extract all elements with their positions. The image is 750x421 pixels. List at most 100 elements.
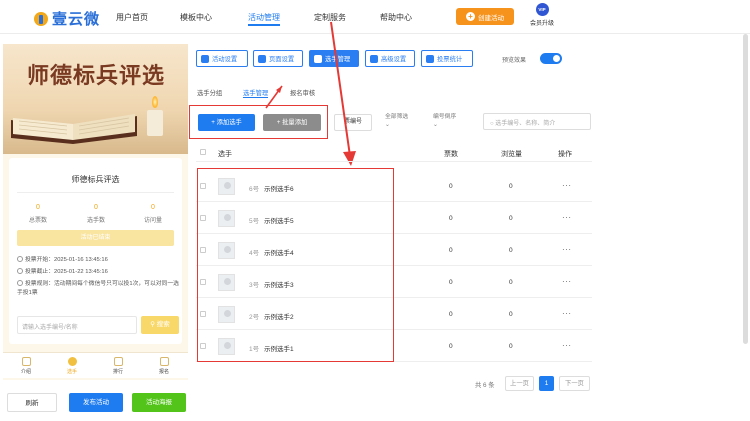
next-page-button[interactable]: 下一页	[559, 376, 590, 391]
stat-value: 0	[36, 204, 40, 211]
search-icon: ⚲	[150, 321, 155, 328]
highlight-box-player-list	[197, 168, 394, 362]
subtab-player-manage[interactable]: 选手管理	[243, 88, 269, 98]
vip-badge-icon: VIP	[535, 3, 549, 16]
vote-number-sort-button[interactable]: 票编号	[334, 114, 372, 131]
toolbar-advanced-settings[interactable]: 高级设置	[365, 50, 415, 67]
nav-item-help[interactable]: 帮助中心	[380, 12, 412, 23]
book-illustration	[11, 114, 137, 144]
users-icon	[314, 54, 322, 63]
player-search-placeholder: 选手编号、名称、简介	[495, 121, 556, 127]
player-votes: 0	[449, 183, 453, 190]
preview-tab-signup[interactable]: 报名	[141, 357, 187, 375]
sort-order-label: 编号倒序	[433, 114, 457, 120]
signup-icon	[159, 357, 169, 366]
stat-visits: 0 访问量	[124, 204, 182, 224]
preview-effect-toggle[interactable]	[540, 53, 562, 64]
activity-info-card: 师德标兵评选 0 总票数 0 选手数 0 访问量 活动已结束 投票开始：2025…	[9, 158, 182, 344]
sort-order-dropdown[interactable]: 编号倒序 ⌄	[433, 113, 456, 129]
page-icon	[258, 54, 266, 63]
player-views: 0	[509, 279, 513, 286]
activity-banner: 师德标兵评选	[3, 44, 188, 154]
stat-label: 选手数	[86, 218, 105, 224]
more-options-icon[interactable]: ···	[562, 309, 572, 318]
header-votes: 票数	[444, 151, 458, 158]
activity-poster-button[interactable]: 活动海报	[132, 393, 186, 412]
filter-all-label: 全部筛选	[385, 114, 409, 120]
mobile-preview: 师德标兵评选 师德标兵评选 0 总票数 0 选手数 0 访问量 活动已结束 投票…	[3, 44, 188, 380]
vote-rule: 投票规则：活动期间每个微信号只可以投1次，可以对同一选手投1票	[17, 280, 179, 298]
sliders-icon	[370, 54, 378, 63]
highlight-box-actions	[189, 105, 328, 139]
page-scrollbar[interactable]	[743, 34, 748, 344]
preview-tabbar: 介绍 选手 排行 报名	[3, 352, 188, 378]
more-options-icon[interactable]: ···	[562, 245, 572, 254]
vote-start-time: 投票开始：2025-01-16 13:45:16	[17, 256, 179, 265]
nav-item-activity-manage[interactable]: 活动管理	[248, 12, 280, 26]
stat-total-votes: 0 总票数	[9, 204, 67, 224]
toolbar-label: 选手管理	[325, 56, 351, 63]
user-icon	[67, 357, 77, 366]
preview-search-label: 搜索	[156, 321, 170, 328]
page-1-button[interactable]: 1	[539, 376, 554, 391]
logo[interactable]: 壹云微	[34, 8, 100, 29]
vote-end-text: 投票截止：2025-01-22 13:45:16	[25, 269, 108, 275]
toolbar-page-settings[interactable]: 页面设置	[253, 50, 303, 67]
subtab-player-groups[interactable]: 选手分组	[197, 88, 222, 97]
more-options-icon[interactable]: ···	[562, 181, 572, 190]
preview-search-button[interactable]: ⚲ 搜索	[141, 316, 179, 334]
header-ops: 操作	[558, 151, 572, 158]
prev-page-button[interactable]: 上一页	[505, 376, 534, 391]
settings-icon	[201, 54, 209, 63]
clock-icon	[17, 256, 23, 262]
subtab-signup-review[interactable]: 报名审核	[290, 88, 315, 97]
toolbar-activity-settings[interactable]: 活动设置	[196, 50, 248, 67]
player-votes: 0	[449, 311, 453, 318]
player-search-input[interactable]: ○ 选手编号、名称、简介	[483, 113, 591, 130]
activity-ended-button[interactable]: 活动已结束	[17, 230, 174, 246]
toolbar-vote-stats[interactable]: 投票统计	[421, 50, 473, 67]
player-views: 0	[509, 183, 513, 190]
player-views: 0	[509, 247, 513, 254]
filter-all-dropdown[interactable]: 全部筛选 ⌄	[385, 113, 408, 129]
candle-icon	[147, 110, 163, 136]
nav-item-templates[interactable]: 模板中心	[180, 12, 212, 23]
preview-search-input[interactable]: 请输入选手编号/名称	[17, 316, 137, 334]
preview-tab-label: 排行	[112, 369, 123, 375]
clock-icon	[17, 268, 23, 274]
vip-upgrade[interactable]: VIP 会员升级	[528, 3, 556, 27]
chevron-down-icon: ⌄	[385, 122, 390, 128]
player-votes: 0	[449, 215, 453, 222]
preview-tab-ranking[interactable]: 排行	[95, 357, 141, 375]
nav-item-custom-service[interactable]: 定制服务	[314, 12, 346, 23]
intro-icon	[21, 357, 31, 366]
refresh-button[interactable]: 刷新	[7, 393, 57, 412]
more-options-icon[interactable]: ···	[562, 277, 572, 286]
flame-icon	[152, 96, 158, 108]
banner-title: 师德标兵评选	[27, 63, 166, 89]
player-votes: 0	[449, 247, 453, 254]
preview-tab-label: 介绍	[20, 369, 31, 375]
pagination-total: 共 6 条	[475, 382, 495, 389]
vote-end-time: 投票截止：2025-01-22 13:45:16	[17, 268, 179, 277]
header-player: 选手	[218, 151, 232, 158]
preview-search: 请输入选手编号/名称 ⚲ 搜索	[17, 316, 179, 334]
stat-label: 总票数	[28, 218, 47, 224]
nav-item-home[interactable]: 用户首页	[116, 12, 148, 23]
divider	[17, 192, 174, 193]
preview-tab-players[interactable]: 选手	[49, 357, 95, 375]
preview-tab-intro[interactable]: 介绍	[3, 357, 49, 375]
trophy-icon	[113, 357, 123, 366]
create-activity-button[interactable]: + 创建活动	[456, 8, 514, 25]
player-views: 0	[509, 215, 513, 222]
more-options-icon[interactable]: ···	[562, 341, 572, 350]
player-views: 0	[509, 311, 513, 318]
toolbar-label: 高级设置	[381, 56, 407, 63]
header-views: 浏览量	[501, 151, 522, 158]
publish-activity-button[interactable]: 发布活动	[69, 393, 123, 412]
toolbar-player-manage[interactable]: 选手管理	[309, 50, 359, 67]
top-nav: 壹云微 用户首页 模板中心 活动管理 定制服务 帮助中心 + 创建活动 VIP …	[0, 0, 750, 34]
more-options-icon[interactable]: ···	[562, 213, 572, 222]
select-all-checkbox[interactable]	[200, 149, 206, 155]
preview-tab-label: 报名	[158, 369, 169, 375]
